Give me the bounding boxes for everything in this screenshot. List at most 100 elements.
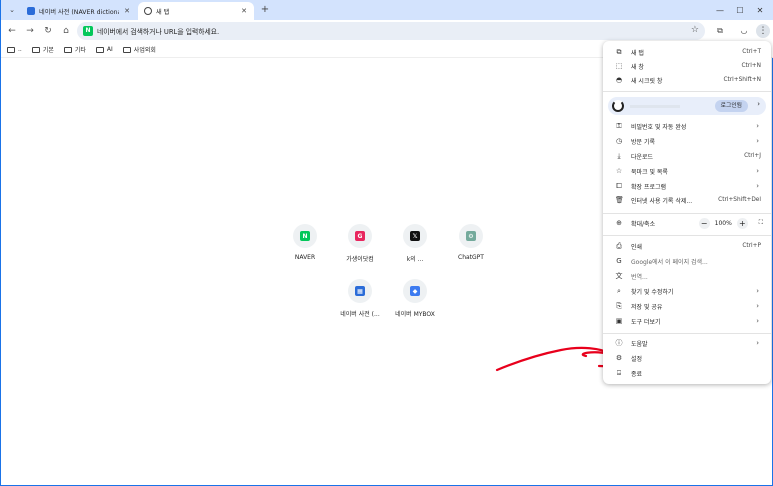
translate-icon: 文	[615, 272, 623, 280]
menu-label: 비밀번호 및 자동 완성	[631, 123, 687, 131]
menu-more-tools[interactable]: ▣ 도구 더보기 ›	[603, 314, 771, 328]
menu-profile[interactable]: 로그인됨 ›	[608, 97, 766, 115]
close-icon[interactable]: ✕	[123, 7, 131, 15]
reload-button[interactable]: ↻	[41, 24, 55, 38]
menu-shortcut: Ctrl+Shift+Del	[718, 197, 761, 203]
extensions-icon[interactable]: ⧉	[713, 24, 727, 38]
settings-icon: ⚙	[615, 354, 623, 362]
zoom-out-button[interactable]: −	[698, 217, 710, 229]
shortcut-label: ChatGPT	[458, 254, 484, 261]
home-button[interactable]: ⌂	[59, 24, 73, 38]
menu-label: 설정	[631, 355, 643, 363]
menu-bookmarks[interactable]: ☆ 북마크 및 목록 ›	[603, 164, 771, 178]
incognito-icon: ◓	[615, 76, 623, 84]
menu-shortcut: Ctrl+Shift+N	[723, 77, 761, 83]
menu-settings[interactable]: ⚙ 설정	[603, 351, 771, 365]
folder-icon	[95, 46, 104, 53]
bookmark-folder[interactable]: ..	[7, 46, 22, 53]
naver-icon: N	[300, 231, 310, 241]
chevron-right-icon: ›	[756, 302, 759, 310]
menu-downloads[interactable]: ⤓ 다운로드 Ctrl+J	[603, 149, 771, 163]
chatgpt-icon: ⚙	[466, 231, 476, 241]
profile-avatar-icon[interactable]: ◡	[737, 24, 751, 38]
menu-new-tab[interactable]: ⧉ 새 탭 Ctrl+T	[603, 45, 771, 59]
bookmark-folder[interactable]: 기타	[63, 45, 86, 54]
shortcut-x[interactable]: 𝕏 k의 ...	[390, 224, 440, 263]
shortcut-label: k의 ...	[406, 256, 424, 263]
zoom-controls: − 100% + ⛶	[698, 217, 763, 229]
menu-label: 종료	[631, 370, 643, 378]
tab-new-tab[interactable]: 새 탭 ✕	[138, 2, 254, 20]
menu-exit[interactable]: ⍈ 종료	[603, 366, 771, 380]
tab-naver-dictionary[interactable]: 네이버 사전 (NAVER dictionary) ✕	[21, 2, 137, 20]
bookmark-label: 사업외회	[133, 47, 156, 54]
naver-dict-favicon-icon	[27, 7, 35, 15]
address-placeholder: 네이버에서 검색하거나 URL을 입력하세요.	[97, 28, 220, 36]
folder-icon	[31, 46, 40, 53]
star-icon: ☆	[615, 167, 623, 175]
menu-label: 확장 프로그램	[631, 183, 667, 191]
history-icon: ◷	[615, 137, 623, 145]
bookmark-label: AI	[106, 46, 113, 53]
back-button[interactable]: ←	[5, 24, 19, 38]
menu-passwords[interactable]: ⚿ 비밀번호 및 자동 완성 ›	[603, 119, 771, 133]
shortcut-naver-dict[interactable]: ▦ 네이버 사전 (...	[335, 279, 385, 318]
new-tab-button[interactable]: +	[258, 3, 272, 17]
tab-search-button[interactable]: ⌄	[5, 3, 19, 17]
menu-clear-data[interactable]: 🗑 인터넷 사용 기록 삭제... Ctrl+Shift+Del	[603, 193, 771, 207]
menu-label: 북마크 및 목록	[631, 168, 668, 176]
browser-window: ⌄ 네이버 사전 (NAVER dictionary) ✕ 새 탭 ✕ + — …	[0, 0, 773, 486]
shortcut-naver[interactable]: N NAVER	[280, 224, 330, 261]
bookmark-folder[interactable]: 기본	[31, 45, 54, 54]
download-icon: ⤓	[617, 151, 621, 160]
menu-incognito[interactable]: ◓ 새 시크릿 창 Ctrl+Shift+N	[603, 73, 771, 87]
shortcut-label: NAVER	[294, 254, 316, 261]
menu-label: 인터넷 사용 기록 삭제...	[631, 197, 693, 205]
menu-print[interactable]: ⎙ 인쇄 Ctrl+P	[603, 239, 771, 253]
chevron-right-icon: ›	[756, 167, 759, 175]
menu-translate[interactable]: 文 번역...	[603, 269, 771, 283]
chevron-right-icon: ›	[756, 339, 759, 347]
shortcut-tile: 𝕏	[403, 224, 427, 248]
shortcut-chatgpt[interactable]: ⚙ ChatGPT	[446, 224, 496, 261]
close-icon[interactable]: ✕	[240, 7, 248, 15]
menu-label: 새 창	[631, 63, 644, 71]
menu-history[interactable]: ◷ 방문 기록 ›	[603, 134, 771, 148]
avatar	[612, 100, 624, 112]
address-bar[interactable]: N 네이버에서 검색하거나 URL을 입력하세요. ☆	[77, 22, 705, 40]
new-tab-icon: ⧉	[616, 47, 622, 56]
shortcut-label: 네이버 사전 (...	[340, 311, 380, 318]
chevron-right-icon: ›	[756, 287, 759, 295]
chevron-right-icon: ›	[756, 122, 759, 130]
menu-google-search[interactable]: G Google에서 이 페이지 검색...	[603, 254, 771, 268]
menu-label: 새 시크릿 창	[631, 77, 663, 85]
menu-shortcut: Ctrl+J	[744, 153, 761, 159]
close-window-button[interactable]: ✕	[746, 0, 773, 20]
toolbar: ← → ↻ ⌂ N 네이버에서 검색하거나 URL을 입력하세요. ☆ ⧉ ◡	[1, 20, 773, 42]
bookmark-folder[interactable]: AI	[95, 46, 113, 53]
chrome-menu-button[interactable]: ⋮	[756, 24, 770, 38]
menu-label: 방문 기록	[631, 138, 655, 146]
print-icon: ⎙	[616, 241, 622, 250]
naver-dict-icon: ▦	[355, 286, 365, 296]
forward-button[interactable]: →	[23, 24, 37, 38]
fullscreen-icon[interactable]: ⛶	[759, 219, 763, 227]
menu-extensions[interactable]: ⧠ 확장 프로그램 ›	[603, 179, 771, 193]
shortcut-gasengi[interactable]: G 가생이닷컴	[335, 224, 385, 263]
menu-save-share[interactable]: ⎘ 저장 및 공유 ›	[603, 299, 771, 313]
folder-icon	[7, 46, 15, 53]
menu-find-edit[interactable]: ⌕ 찾기 및 수정하기 ›	[603, 284, 771, 298]
shortcut-tile: ▦	[348, 279, 372, 303]
menu-label: Google에서 이 페이지 검색...	[631, 258, 708, 266]
tab-title: 네이버 사전 (NAVER dictionary)	[39, 8, 119, 16]
menu-label: 인쇄	[631, 243, 643, 251]
menu-help[interactable]: ⓘ 도움말 ›	[603, 336, 771, 350]
exit-icon: ⍈	[616, 368, 622, 377]
shortcut-mybox[interactable]: ◆ 네이버 MYBOX	[390, 279, 440, 318]
chevron-right-icon: ›	[756, 182, 759, 190]
shortcut-label: 가생이닷컴	[346, 256, 374, 263]
bookmark-star-icon[interactable]: ☆	[691, 25, 699, 35]
bookmark-folder[interactable]: 사업외회	[122, 45, 156, 54]
zoom-in-button[interactable]: +	[736, 217, 748, 229]
menu-new-window[interactable]: ⬚ 새 창 Ctrl+N	[603, 59, 771, 73]
